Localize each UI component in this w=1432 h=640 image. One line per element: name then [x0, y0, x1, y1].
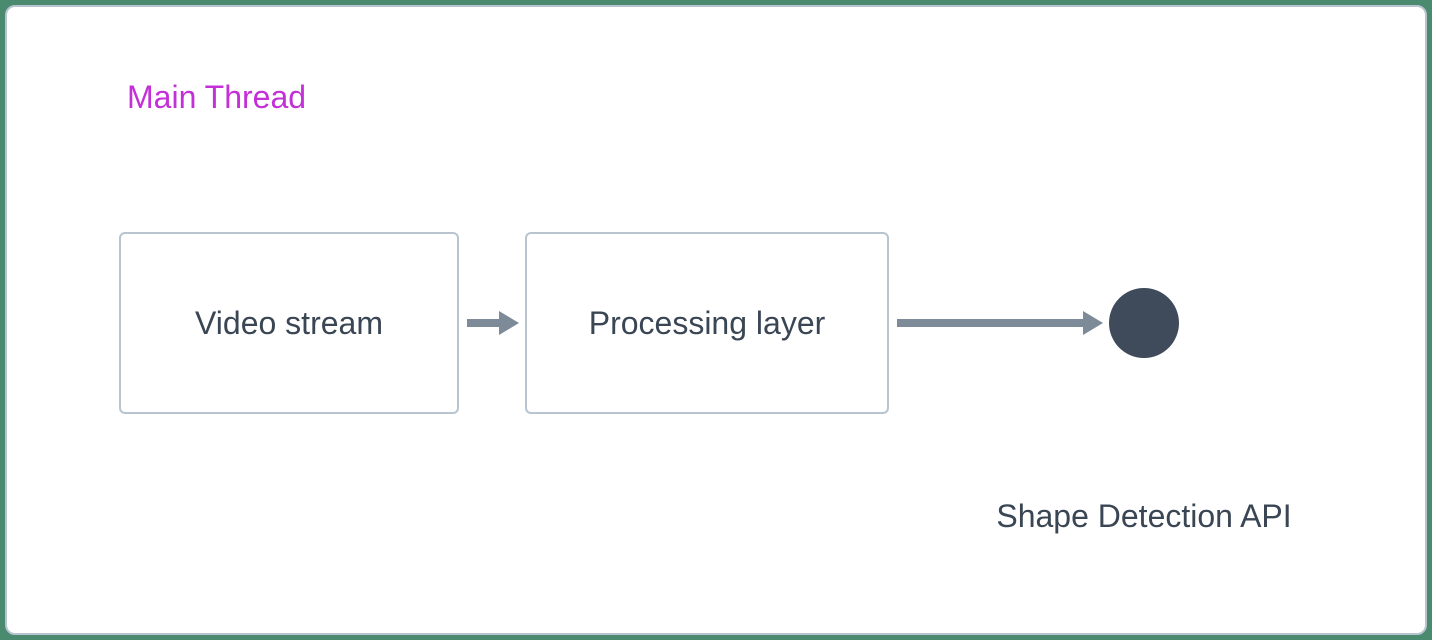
flow-row: Video stream Processing layer Shape Dete… [119, 232, 1179, 414]
video-stream-box: Video stream [119, 232, 459, 414]
diagram-title: Main Thread [127, 79, 306, 116]
processing-layer-box: Processing layer [525, 232, 889, 414]
shape-detection-node: Shape Detection API [1109, 288, 1179, 358]
processing-layer-label: Processing layer [589, 305, 826, 342]
arrow-icon [459, 303, 525, 343]
video-stream-label: Video stream [195, 305, 383, 342]
arrow-icon [889, 303, 1109, 343]
shape-detection-label: Shape Detection API [996, 498, 1291, 535]
diagram-container: Main Thread Video stream Processing laye… [5, 5, 1427, 635]
circle-icon [1109, 288, 1179, 358]
